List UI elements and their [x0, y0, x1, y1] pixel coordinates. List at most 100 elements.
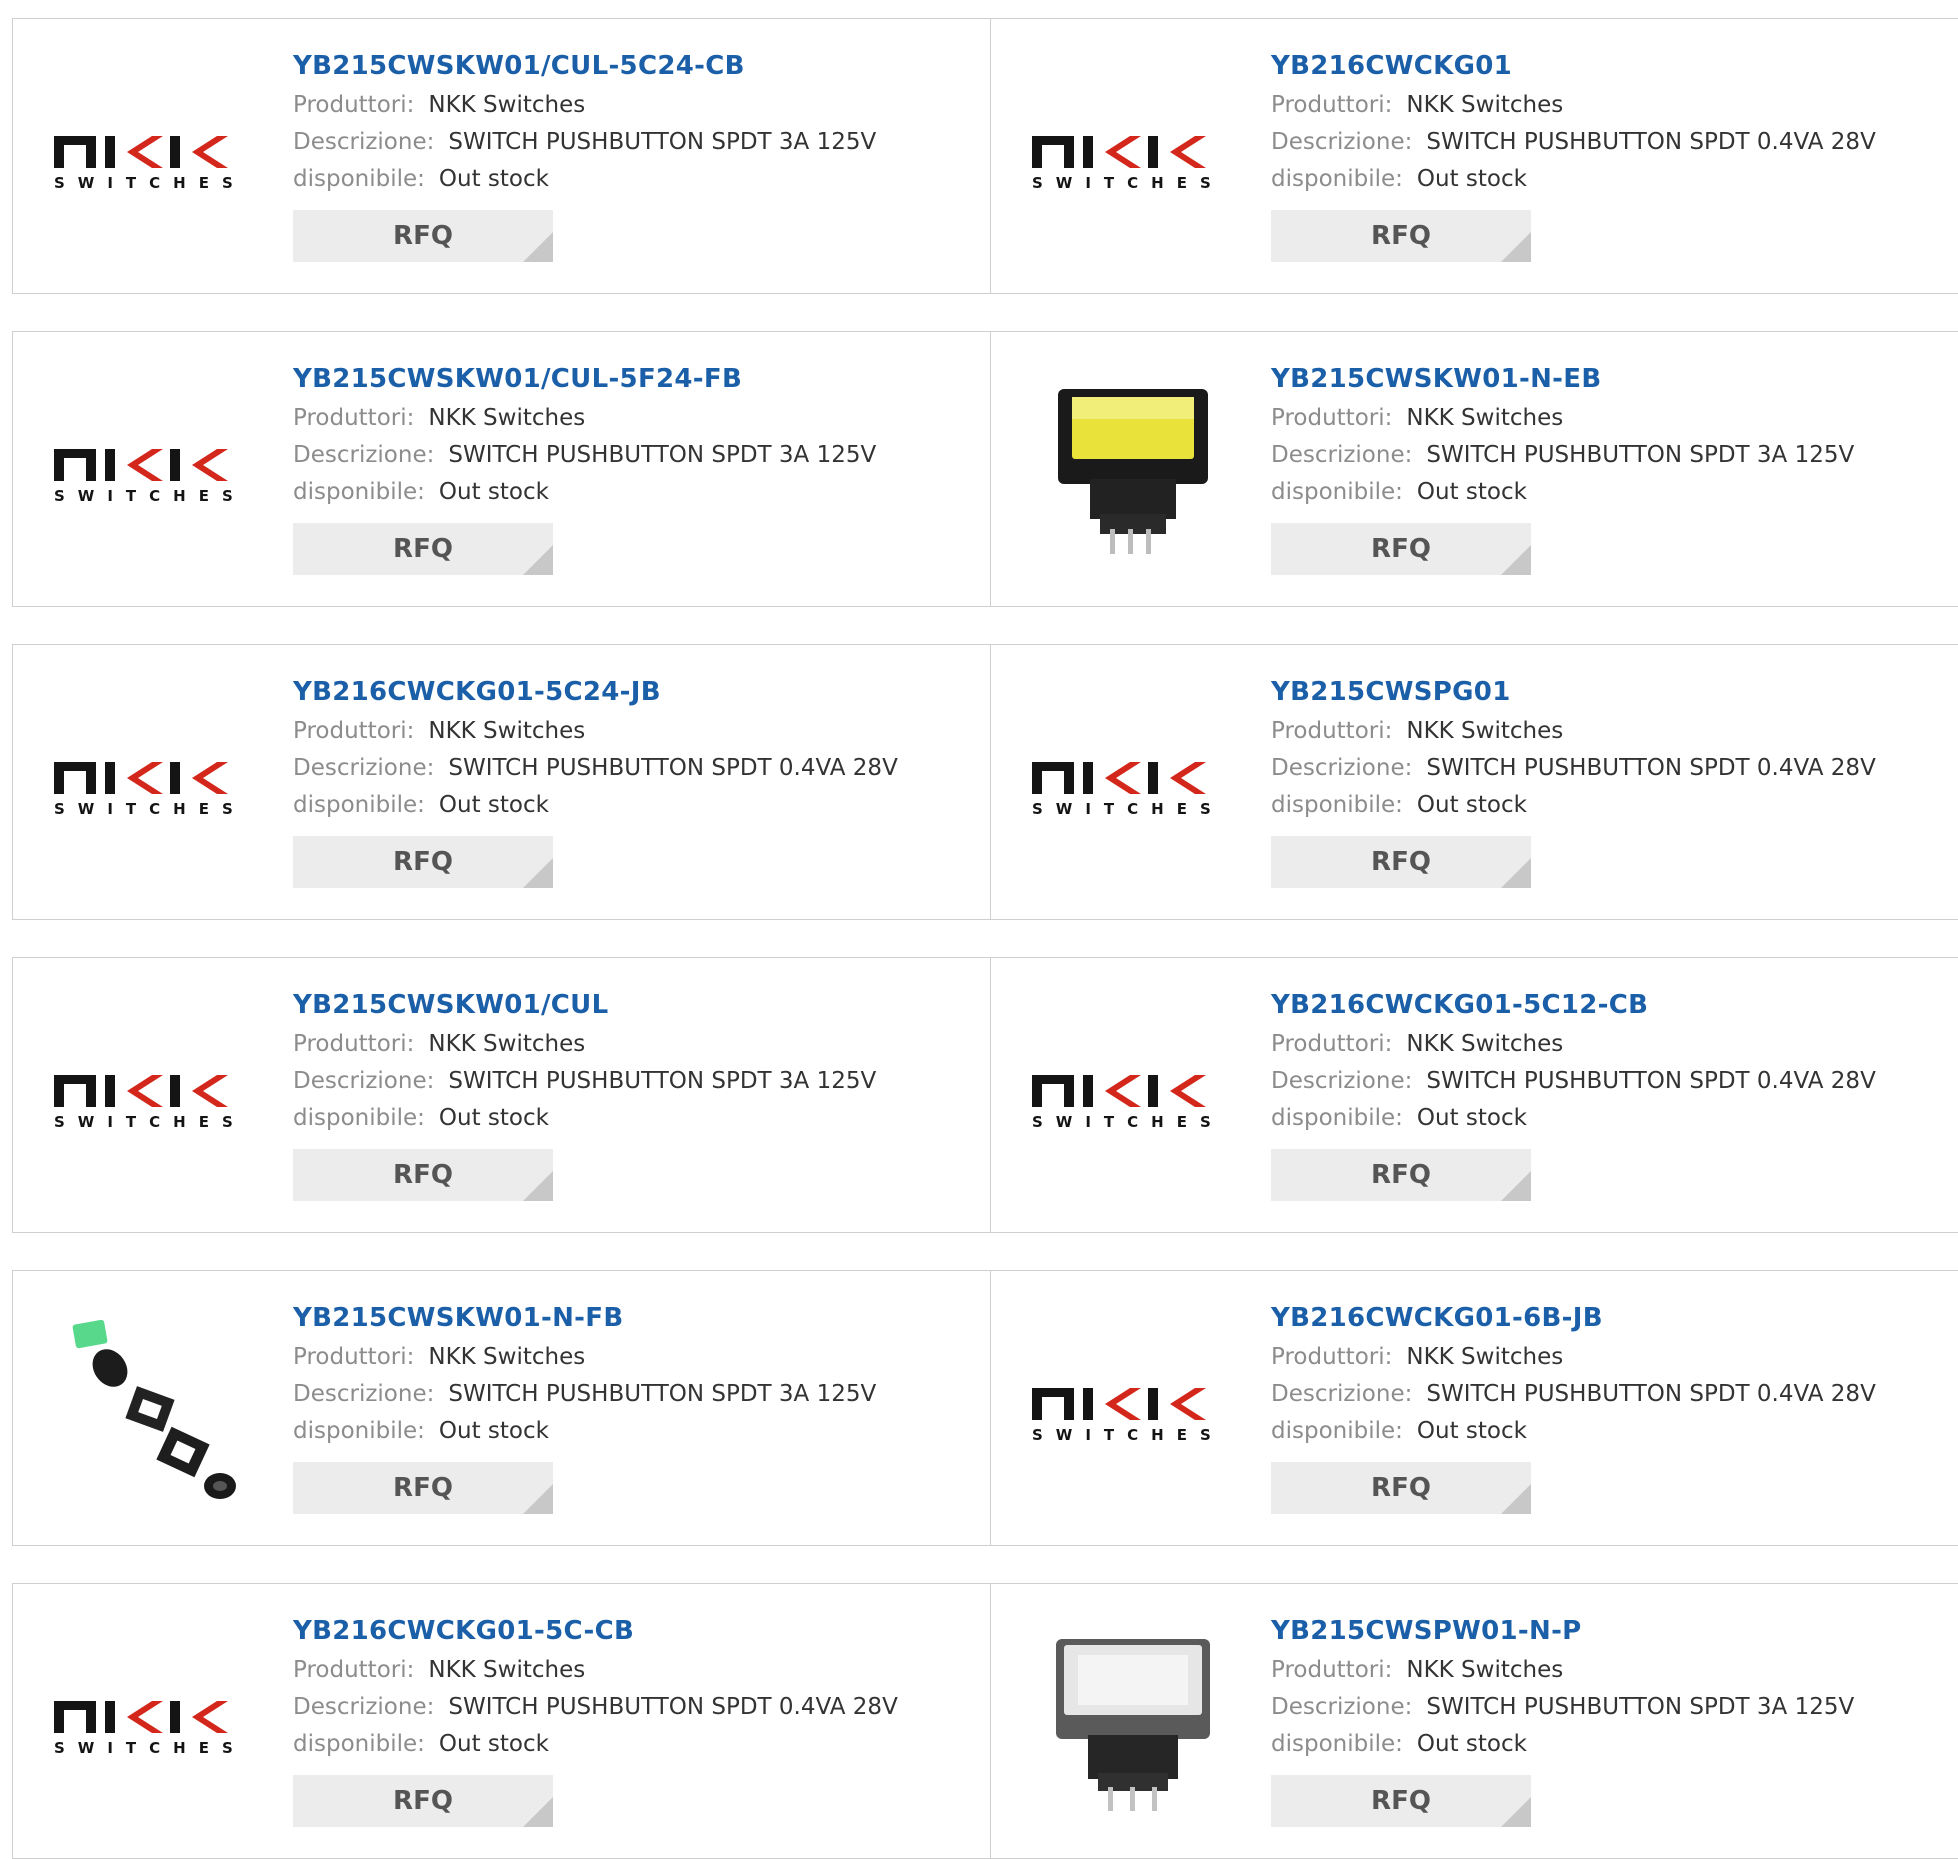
- product-image[interactable]: SWITCHES: [47, 366, 262, 581]
- product-card: SWITCHES YB216CWCKG01-5C24-JB Produttori…: [12, 644, 992, 920]
- product-card: SWITCHES YB215CWSPG01 Produttori: NKK Swi…: [990, 644, 1958, 920]
- availability-row: disponibile: Out stock: [1271, 161, 1876, 198]
- product-image[interactable]: SWITCHES: [47, 1618, 262, 1833]
- rfq-button[interactable]: RFQ: [293, 523, 553, 575]
- product-image[interactable]: SWITCHES: [47, 679, 262, 894]
- product-image[interactable]: SWITCHES: [47, 992, 262, 1207]
- product-title-link[interactable]: YB216CWCKG01-5C-CB: [293, 1614, 898, 1648]
- product-card: YB215CWSKW01-N-EB Produttori: NKK Switche…: [990, 331, 1958, 607]
- rfq-button[interactable]: RFQ: [293, 1149, 553, 1201]
- logo-brand-text: SWITCHES: [1032, 1113, 1224, 1131]
- product-image[interactable]: SWITCHES: [1025, 992, 1240, 1207]
- producer-row: Produttori: NKK Switches: [1271, 1652, 1854, 1689]
- rfq-label: RFQ: [393, 1786, 453, 1816]
- rfq-label: RFQ: [393, 534, 453, 564]
- product-title-link[interactable]: YB216CWCKG01-6B-JB: [1271, 1301, 1876, 1335]
- nkk-logo: SWITCHES: [1032, 1387, 1211, 1444]
- description-label: Descrizione:: [1271, 1068, 1413, 1094]
- rfq-label: RFQ: [1371, 221, 1431, 251]
- rfq-button[interactable]: RFQ: [293, 1462, 553, 1514]
- product-title-link[interactable]: YB215CWSKW01/CUL: [293, 988, 876, 1022]
- producer-value: NKK Switches: [1406, 405, 1564, 431]
- rfq-button[interactable]: RFQ: [1271, 1149, 1531, 1201]
- product-card: SWITCHES YB215CWSKW01/CUL-5F24-FB Produt…: [12, 331, 992, 607]
- description-value: SWITCH PUSHBUTTON SPDT 0.4VA 28V: [1426, 129, 1876, 155]
- description-row: Descrizione: SWITCH PUSHBUTTON SPDT 3A 12…: [293, 124, 876, 161]
- corner-triangle-icon: [1501, 1484, 1531, 1514]
- product-image[interactable]: [1025, 1618, 1240, 1833]
- product-image[interactable]: SWITCHES: [1025, 1305, 1240, 1520]
- producer-label: Produttori:: [293, 1031, 415, 1057]
- corner-triangle-icon: [523, 1484, 553, 1514]
- corner-triangle-icon: [523, 1797, 553, 1827]
- product-title-link[interactable]: YB216CWCKG01: [1271, 49, 1876, 83]
- description-value: SWITCH PUSHBUTTON SPDT 0.4VA 28V: [1426, 1068, 1876, 1094]
- logo-brand-text: SWITCHES: [54, 174, 246, 192]
- product-title-link[interactable]: YB215CWSKW01-N-EB: [1271, 362, 1854, 396]
- description-label: Descrizione:: [293, 442, 435, 468]
- rfq-label: RFQ: [393, 221, 453, 251]
- logo-brand-text: SWITCHES: [54, 800, 246, 818]
- product-image[interactable]: [1025, 366, 1240, 581]
- availability-value: Out stock: [438, 1731, 549, 1757]
- rfq-button[interactable]: RFQ: [1271, 836, 1531, 888]
- product-image[interactable]: SWITCHES: [1025, 53, 1240, 268]
- rfq-button[interactable]: RFQ: [1271, 210, 1531, 262]
- description-row: Descrizione: SWITCH PUSHBUTTON SPDT 0.4VA…: [293, 750, 898, 787]
- product-title-link[interactable]: YB215CWSKW01/CUL-5C24-CB: [293, 49, 876, 83]
- corner-triangle-icon: [1501, 232, 1531, 262]
- product-info: YB215CWSKW01/CUL Produttori: NKK Switches…: [293, 988, 876, 1201]
- product-title-link[interactable]: YB215CWSPW01-N-P: [1271, 1614, 1854, 1648]
- logo-brand-text: SWITCHES: [54, 1739, 246, 1757]
- availability-value: Out stock: [1416, 1105, 1527, 1131]
- availability-label: disponibile:: [1271, 479, 1403, 505]
- producer-row: Produttori: NKK Switches: [1271, 400, 1854, 437]
- nkk-logo: SWITCHES: [54, 135, 246, 192]
- product-image[interactable]: SWITCHES: [1025, 679, 1240, 894]
- rfq-button[interactable]: RFQ: [293, 210, 553, 262]
- description-value: SWITCH PUSHBUTTON SPDT 0.4VA 28V: [448, 755, 898, 781]
- producer-label: Produttori:: [1271, 1031, 1393, 1057]
- product-title-link[interactable]: YB216CWCKG01-5C24-JB: [293, 675, 898, 709]
- product-info: YB215CWSPG01 Produttori: NKK Switches Des…: [1271, 675, 1876, 888]
- yellow-switch-photo: [1057, 388, 1208, 554]
- rfq-button[interactable]: RFQ: [1271, 1462, 1531, 1514]
- availability-row: disponibile: Out stock: [293, 1413, 876, 1450]
- product-title-link[interactable]: YB215CWSPG01: [1271, 675, 1876, 709]
- rfq-label: RFQ: [1371, 1160, 1431, 1190]
- producer-row: Produttori: NKK Switches: [1271, 713, 1876, 750]
- availability-value: Out stock: [1416, 166, 1527, 192]
- availability-value: Out stock: [438, 1105, 549, 1131]
- product-info: YB215CWSKW01/CUL-5C24-CB Produttori: NKK …: [293, 49, 876, 262]
- rfq-label: RFQ: [1371, 1473, 1431, 1503]
- description-value: SWITCH PUSHBUTTON SPDT 3A 125V: [1426, 442, 1855, 468]
- product-title-link[interactable]: YB216CWCKG01-5C12-CB: [1271, 988, 1876, 1022]
- product-title-link[interactable]: YB215CWSKW01/CUL-5F24-FB: [293, 362, 876, 396]
- rfq-button[interactable]: RFQ: [293, 1775, 553, 1827]
- description-row: Descrizione: SWITCH PUSHBUTTON SPDT 0.4VA…: [1271, 1376, 1876, 1413]
- producer-value: NKK Switches: [428, 718, 586, 744]
- description-value: SWITCH PUSHBUTTON SPDT 0.4VA 28V: [1426, 1381, 1876, 1407]
- availability-row: disponibile: Out stock: [1271, 1413, 1876, 1450]
- product-title-link[interactable]: YB215CWSKW01-N-FB: [293, 1301, 876, 1335]
- product-info: YB215CWSKW01-N-FB Produttori: NKK Switche…: [293, 1301, 876, 1514]
- producer-value: NKK Switches: [428, 1657, 586, 1683]
- product-info: YB216CWCKG01 Produttori: NKK Switches Des…: [1271, 49, 1876, 262]
- product-card: SWITCHES YB215CWSKW01/CUL Produttori: NKK…: [12, 957, 992, 1233]
- producer-label: Produttori:: [293, 92, 415, 118]
- product-image[interactable]: [47, 1305, 262, 1520]
- rfq-label: RFQ: [393, 1160, 453, 1190]
- availability-label: disponibile:: [293, 479, 425, 505]
- description-row: Descrizione: SWITCH PUSHBUTTON SPDT 3A 12…: [1271, 1689, 1854, 1726]
- product-image[interactable]: SWITCHES: [47, 53, 262, 268]
- producer-value: NKK Switches: [1406, 1657, 1564, 1683]
- description-row: Descrizione: SWITCH PUSHBUTTON SPDT 0.4VA…: [293, 1689, 898, 1726]
- white-switch-photo: [1055, 1638, 1210, 1811]
- rfq-button[interactable]: RFQ: [1271, 1775, 1531, 1827]
- description-label: Descrizione:: [1271, 129, 1413, 155]
- rfq-button[interactable]: RFQ: [1271, 523, 1531, 575]
- rfq-button[interactable]: RFQ: [293, 836, 553, 888]
- nkk-logo: SWITCHES: [54, 448, 233, 505]
- description-row: Descrizione: SWITCH PUSHBUTTON SPDT 3A 12…: [293, 437, 876, 474]
- producer-value: NKK Switches: [428, 405, 586, 431]
